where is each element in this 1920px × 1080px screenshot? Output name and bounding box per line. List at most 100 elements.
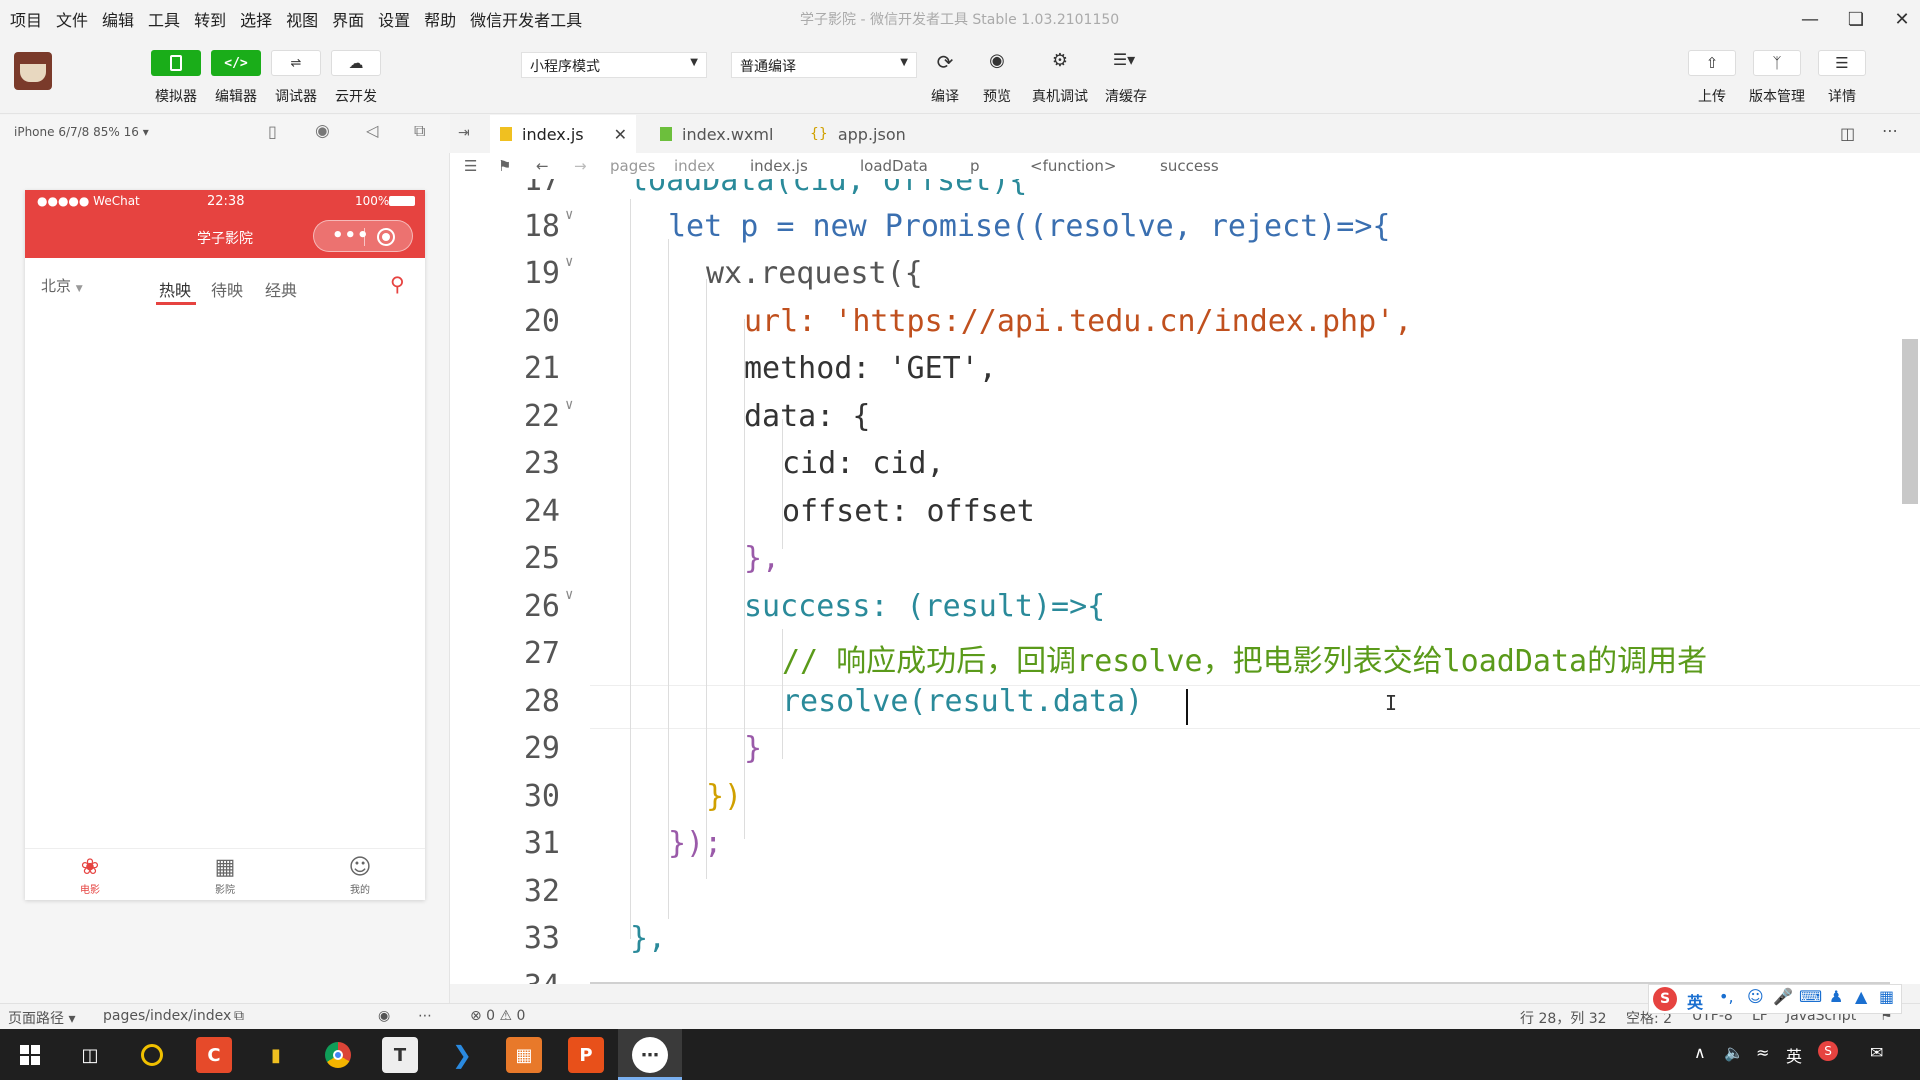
skin-icon[interactable]: ♟ — [1829, 987, 1843, 1006]
search-circle-icon[interactable] — [134, 1037, 170, 1073]
tab-app-json[interactable]: {} app.json — [800, 115, 950, 153]
menu-item-tools[interactable]: 工具 — [148, 7, 180, 31]
record-icon[interactable]: ◉ — [315, 121, 330, 141]
crumb-success[interactable]: success — [1160, 157, 1219, 175]
typora-icon[interactable]: T — [382, 1037, 418, 1073]
windows-start-icon[interactable] — [12, 1037, 48, 1073]
shirt-icon[interactable]: ▲ — [1855, 987, 1867, 1006]
popout-icon[interactable]: ⧉ — [414, 121, 425, 141]
tabbar-item-cinemas[interactable]: ▦ 影院 — [195, 855, 255, 896]
menu-item-edit[interactable]: 编辑 — [102, 7, 134, 31]
simulator-toggle-button[interactable] — [151, 50, 201, 76]
close-miniprogram-icon[interactable] — [377, 228, 395, 246]
presentation-app-icon[interactable]: C — [196, 1037, 232, 1073]
vertical-scrollbar[interactable] — [1902, 339, 1918, 504]
page-path-select[interactable]: 页面路径 ▾ — [8, 1008, 75, 1028]
menu-item-goto[interactable]: 转到 — [194, 7, 226, 31]
tab-index-js[interactable]: index.js ✕ — [490, 115, 636, 153]
menu-item-project[interactable]: 项目 — [10, 7, 42, 31]
outline-icon[interactable]: ☰ — [464, 157, 477, 175]
menu-item-select[interactable]: 选择 — [240, 7, 272, 31]
bug-icon[interactable]: ⚙ — [1048, 50, 1072, 74]
city-select[interactable]: 北京 ▼ — [41, 275, 83, 296]
copy-icon[interactable]: ⧉ — [234, 1008, 244, 1024]
chevron-up-icon[interactable]: ∧ — [1694, 1043, 1706, 1062]
fold-icon[interactable]: ∨ — [565, 397, 573, 413]
grid-icon[interactable]: ▦ — [1879, 987, 1894, 1006]
refresh-icon[interactable]: ⟳ — [933, 50, 957, 74]
powerpoint-icon[interactable]: P — [568, 1037, 604, 1073]
device-select[interactable]: iPhone 6/7/8 85% 16 ▾ — [14, 125, 149, 139]
upload-button[interactable]: ⇧ — [1688, 50, 1736, 76]
compile-mode-select[interactable]: 普通编译 ▼ — [731, 52, 917, 78]
code-editor[interactable]: 17 18 19 20 21 22 23 24 25 26 27 28 29 3… — [450, 179, 1920, 984]
phone-icon[interactable]: ▯ — [268, 122, 277, 141]
punctuation-icon[interactable]: •, — [1719, 987, 1734, 1006]
vscode-icon[interactable]: ❯ — [444, 1037, 480, 1073]
window-title: 学子影院 - 微信开发者工具 Stable 1.03.2101150 — [800, 12, 1120, 28]
crumb-pages[interactable]: pages — [610, 157, 655, 175]
tab-index-wxml[interactable]: index.wxml — [650, 115, 800, 153]
crumb-file[interactable]: index.js — [750, 157, 808, 175]
fold-icon[interactable]: ∨ — [565, 254, 573, 270]
sound-icon[interactable]: ◁ — [366, 121, 378, 140]
search-icon[interactable]: ⚲ — [390, 272, 405, 296]
volume-icon[interactable]: 🔈 — [1724, 1043, 1744, 1062]
fold-icon[interactable]: ∨ — [565, 587, 573, 603]
close-tab-icon[interactable]: ✕ — [614, 125, 627, 144]
crumb-function[interactable]: loadData — [860, 157, 928, 175]
ime-toolbar[interactable]: S 英 •, ☺ 🎤 ⌨ ♟ ▲ ▦ — [1648, 984, 1902, 1014]
collapse-sidebar-icon[interactable]: ⇥ — [458, 125, 470, 141]
minimize-icon[interactable]: — — [1792, 4, 1828, 34]
version-button[interactable]: ᛉ — [1753, 50, 1801, 76]
tab-now-showing[interactable]: 热映 — [159, 277, 191, 301]
microphone-icon[interactable]: 🎤 — [1773, 987, 1793, 1006]
back-icon[interactable]: ← — [536, 157, 549, 175]
eye-icon[interactable]: ◉ — [985, 50, 1009, 74]
file-explorer-icon[interactable]: ▮ — [258, 1037, 294, 1073]
ime-mode[interactable]: 英 — [1687, 989, 1703, 1013]
editor-toggle-button[interactable]: </> — [211, 50, 261, 76]
restore-icon[interactable]: ❏ — [1838, 4, 1874, 34]
keyboard-icon[interactable]: ⌨ — [1799, 987, 1822, 1006]
emoji-icon[interactable]: ☺ — [1747, 987, 1764, 1006]
tab-coming-soon[interactable]: 待映 — [211, 277, 243, 301]
debugger-toggle-button[interactable]: ⇌ — [271, 50, 321, 76]
wifi-icon[interactable]: ≈ — [1756, 1043, 1769, 1062]
problems-indicator[interactable]: ⊗ 0 ⚠ 0 — [470, 1008, 525, 1024]
crumb-index[interactable]: index — [674, 157, 715, 175]
eye-icon[interactable]: ◉ — [378, 1008, 390, 1024]
forward-icon[interactable]: → — [574, 157, 587, 175]
tab-classic[interactable]: 经典 — [265, 277, 297, 301]
ime-indicator[interactable]: 英 — [1786, 1043, 1802, 1067]
action-center-icon[interactable]: ✉ — [1870, 1043, 1883, 1062]
avatar[interactable] — [14, 52, 52, 90]
close-icon[interactable]: ✕ — [1884, 4, 1920, 34]
fold-icon[interactable]: ∨ — [565, 207, 573, 223]
more-icon[interactable]: ⋯ — [1882, 121, 1898, 140]
crumb-anon-function[interactable]: <function> — [1030, 157, 1116, 175]
sogou-tray-icon[interactable]: S — [1818, 1041, 1838, 1061]
menu-item-interface[interactable]: 界面 — [332, 7, 364, 31]
capsule-menu[interactable]: ••• — [313, 220, 413, 252]
tabbar-item-mine[interactable]: ☺ 我的 — [330, 855, 390, 896]
wechat-devtools-taskbar-item[interactable]: ⋯ — [618, 1029, 682, 1080]
details-button[interactable]: ☰ — [1818, 50, 1866, 76]
menu-item-file[interactable]: 文件 — [56, 7, 88, 31]
more-icon[interactable]: ⋯ — [418, 1008, 432, 1024]
tabbar-item-movies[interactable]: ❀ 电影 — [60, 855, 120, 896]
menu-item-wechat-devtools[interactable]: 微信开发者工具 — [470, 7, 582, 31]
chrome-icon[interactable] — [320, 1037, 356, 1073]
menu-item-view[interactable]: 视图 — [286, 7, 318, 31]
cursor-position[interactable]: 行 28，列 32 — [1520, 1008, 1607, 1028]
layers-icon[interactable]: ☰▾ — [1107, 50, 1141, 74]
task-view-icon[interactable]: ◫ — [72, 1037, 108, 1073]
mode-select[interactable]: 小程序模式 ▼ — [521, 52, 707, 78]
bookmark-icon[interactable]: ⚑ — [498, 157, 511, 175]
html-builder-icon[interactable]: ▦ — [506, 1037, 542, 1073]
cloud-dev-button[interactable]: ☁ — [331, 50, 381, 76]
menu-item-help[interactable]: 帮助 — [424, 7, 456, 31]
menu-item-settings[interactable]: 设置 — [378, 7, 410, 31]
split-editor-icon[interactable]: ◫ — [1840, 124, 1855, 143]
crumb-variable[interactable]: p — [970, 157, 980, 175]
